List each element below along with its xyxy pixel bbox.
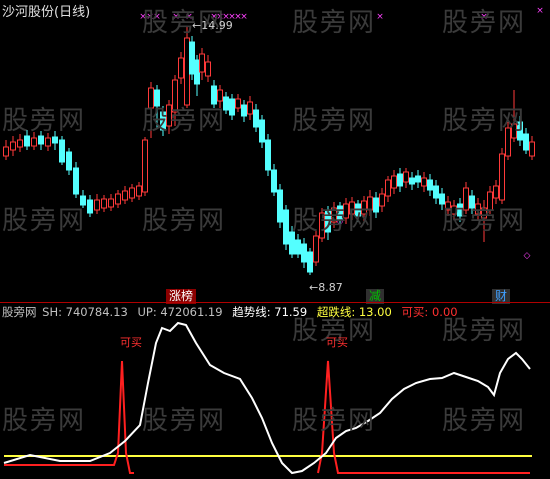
- signal-mark: ×: [536, 6, 544, 16]
- candle-body: [101, 198, 107, 209]
- watermark: 股旁网: [292, 8, 377, 38]
- indicator-header: 股旁网 SH: 740784.13 UP: 472061.19 趋势线: 71.…: [2, 304, 464, 320]
- chart-title: 沙河股份(日线): [2, 5, 91, 20]
- candle-body: [529, 141, 535, 157]
- indicator-up: UP: 472061.19: [137, 305, 223, 319]
- indicator-buy: 可买: 0.00: [401, 305, 458, 319]
- watermark: 股旁网: [292, 206, 377, 236]
- candle-body: [115, 193, 121, 205]
- watermark: 股旁网: [442, 406, 527, 436]
- watermark: 股旁网: [442, 206, 527, 236]
- signal-mark: ×: [240, 12, 248, 22]
- candle-body: [283, 209, 289, 245]
- candle-body: [194, 59, 200, 85]
- signal-mark: ×: [376, 12, 384, 22]
- buy-signal-label: 可买: [120, 336, 142, 349]
- chart-window[interactable]: × × × × × × × × × × × × × × ◇ ◇ 股旁网 股旁网 股旁网 股旁网 股旁网 股旁网…: [0, 0, 550, 479]
- candle-body: [301, 243, 307, 263]
- watermark: 股旁网: [442, 106, 527, 136]
- candle-body: [3, 146, 9, 157]
- watermark: 股旁网: [142, 206, 227, 236]
- candle-body: [24, 135, 30, 147]
- watermark: 股旁网: [2, 106, 87, 136]
- diamond-mark: ◇: [524, 251, 531, 261]
- candle-body: [45, 137, 51, 147]
- indicator-sh: SH: 740784.13: [42, 305, 128, 319]
- candle-body: [277, 189, 283, 223]
- low-price-label: ←8.87: [309, 281, 343, 294]
- candle-body: [199, 53, 205, 73]
- price-chart[interactable]: × × × × × ×××××× × ××◇◇: [0, 0, 550, 302]
- candle-body: [87, 199, 93, 214]
- candle-body: [129, 187, 135, 199]
- candle-body: [108, 198, 114, 208]
- indicator-name: 股旁网: [2, 305, 37, 319]
- watermark: 股旁网: [142, 106, 227, 136]
- low-price-value: 8.87: [318, 281, 343, 294]
- candle-body: [313, 235, 319, 263]
- watermark: 股旁网: [2, 406, 87, 436]
- candle-body: [229, 98, 235, 116]
- watermark: 股旁网: [2, 206, 87, 236]
- candle-body: [52, 136, 58, 144]
- high-price-label: ←14.99: [192, 19, 233, 32]
- panel-divider: [0, 302, 550, 303]
- candle-body: [136, 185, 142, 197]
- candle-body: [499, 153, 505, 201]
- high-price-value: 14.99: [201, 19, 233, 32]
- watermark: 股旁网: [292, 106, 377, 136]
- buy-signal-label: 可买: [326, 336, 348, 349]
- indicator-oversold-line: 超跌线: 13.00: [316, 305, 392, 319]
- candle-body: [397, 173, 403, 187]
- candle-body: [94, 199, 100, 211]
- candle-body: [205, 61, 211, 77]
- candle-body: [38, 135, 44, 145]
- watermark: 股旁网: [142, 406, 227, 436]
- candle-body: [391, 175, 397, 189]
- candle-body: [307, 251, 313, 273]
- candle-body: [385, 179, 391, 197]
- watermark: 股旁网: [292, 406, 377, 436]
- indicator-trend-line: 趋势线: 71.59: [232, 305, 308, 319]
- candle-body: [493, 185, 499, 199]
- watermark: 股旁网: [442, 8, 527, 38]
- candle-body: [122, 190, 128, 201]
- candle-body: [189, 41, 195, 75]
- candle-body: [253, 109, 259, 128]
- candle-body: [295, 239, 301, 255]
- candle-body: [17, 139, 23, 148]
- candle-body: [403, 171, 409, 183]
- candle-body: [31, 137, 37, 147]
